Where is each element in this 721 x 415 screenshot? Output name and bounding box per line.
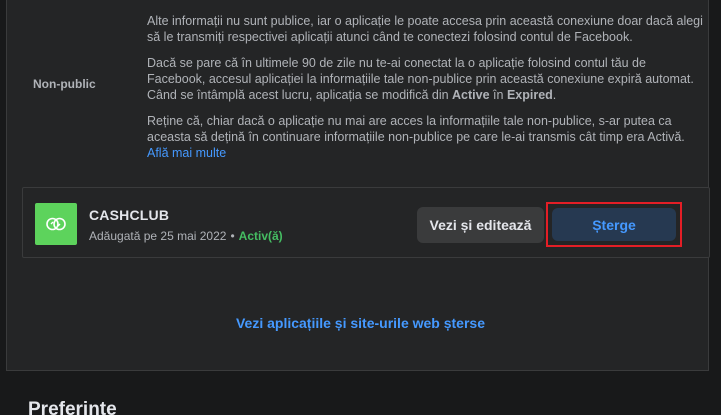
app-name: CASHCLUB xyxy=(89,207,170,223)
app-row-cashclub: CASHCLUB Adăugată pe 25 mai 2022 • Activ(ă… xyxy=(22,187,710,258)
preferences-heading: Preferințe xyxy=(28,399,117,415)
paragraph-2-text-end: . xyxy=(552,88,557,102)
expired-term: Expired xyxy=(506,88,553,102)
active-term: Active xyxy=(452,88,490,102)
description-paragraph-3: Reține că, chiar dacă o aplicație nu mai… xyxy=(147,113,703,161)
view-edit-button[interactable]: Vezi și editează xyxy=(417,207,544,243)
paragraph-3-text: Reține că, chiar dacă o aplicație nu mai… xyxy=(147,114,685,144)
app-added-date: Adăugată pe 25 mai 2022 xyxy=(89,229,227,243)
learn-more-link[interactable]: Află mai multe xyxy=(147,146,226,160)
removed-apps-link[interactable]: Vezi aplicațiile și site-urile web șters… xyxy=(0,315,721,331)
meta-separator: • xyxy=(230,229,235,243)
cashclub-logo-icon xyxy=(35,203,77,245)
paragraph-2-text-mid: în xyxy=(489,88,507,102)
app-meta: Adăugată pe 25 mai 2022 • Activ(ă) xyxy=(89,229,283,243)
non-public-label: Non-public xyxy=(33,77,96,91)
status-badge: Activ(ă) xyxy=(238,229,283,243)
description-paragraph-1: Alte informații nu sunt publice, iar o a… xyxy=(147,14,703,44)
delete-button-highlight: Șterge xyxy=(546,202,682,247)
description-paragraph-2: Dacă se pare că în ultimele 90 de zile n… xyxy=(147,55,703,103)
paragraph-2-text-start: Dacă se pare că în ultimele 90 de zile n… xyxy=(147,56,694,102)
delete-button[interactable]: Șterge xyxy=(552,208,676,241)
non-public-description: Alte informații nu sunt publice, iar o a… xyxy=(147,13,703,171)
page: Non-public Alte informații nu sunt publi… xyxy=(0,0,721,415)
